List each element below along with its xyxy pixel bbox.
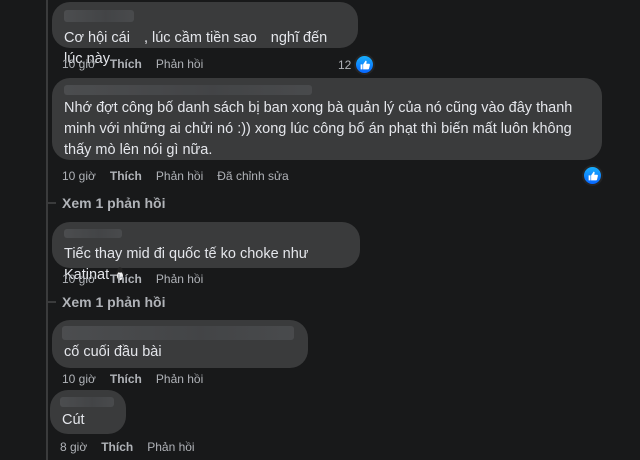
reaction-count[interactable]: 12 — [338, 54, 376, 75]
comment-text: cố cuối đầu bài — [64, 344, 162, 360]
reply-button[interactable]: Phản hồi — [156, 372, 203, 386]
comment-actions-3: 10 giờ Thích Phản hồi — [62, 272, 203, 286]
like-button[interactable]: Thích — [110, 57, 142, 71]
author-name-redacted[interactable] — [64, 85, 312, 95]
comment-text: Cút — [62, 412, 85, 428]
like-button[interactable]: Thích — [101, 440, 133, 454]
comment-actions-4: 10 giờ Thích Phản hồi — [62, 372, 203, 386]
timestamp[interactable]: 8 giờ — [60, 440, 87, 454]
view-replies-button[interactable]: Xem 1 phản hồi — [46, 195, 165, 211]
comment-actions-2: 10 giờ Thích Phản hồi Đã chỉnh sửa — [62, 169, 289, 183]
timestamp[interactable]: 10 giờ — [62, 169, 96, 183]
like-button[interactable]: Thích — [110, 272, 142, 286]
comment-text: Nhớ đợt công bố danh sách bị ban xong bà… — [64, 100, 577, 158]
author-name-redacted[interactable] — [64, 10, 134, 22]
author-name-redacted[interactable] — [62, 326, 294, 340]
thread-line — [46, 0, 48, 460]
reply-branch-line — [46, 202, 56, 204]
like-icon — [354, 54, 376, 75]
view-replies-label: Xem 1 phản hồi — [62, 294, 166, 310]
reply-button[interactable]: Phản hồi — [156, 57, 203, 71]
reply-branch-line — [46, 301, 56, 303]
reaction-count[interactable] — [582, 165, 603, 186]
like-icon — [582, 165, 603, 186]
timestamp[interactable]: 10 giờ — [62, 272, 96, 286]
timestamp[interactable]: 10 giờ — [62, 372, 96, 386]
reaction-count-value: 12 — [338, 57, 352, 72]
comment-bubble-1: Cơ hội cái, lúc cầm tiền sao nghĩ đến lúc… — [52, 2, 358, 67]
edited-label[interactable]: Đã chỉnh sửa — [217, 169, 288, 183]
reply-button[interactable]: Phản hồi — [156, 272, 203, 286]
view-replies-label: Xem 1 phản hồi — [62, 195, 166, 211]
comment-actions-5: 8 giờ Thích Phản hồi — [60, 440, 195, 454]
timestamp[interactable]: 10 giờ — [62, 57, 96, 71]
like-button[interactable]: Thích — [110, 372, 142, 386]
reply-button[interactable]: Phản hồi — [156, 169, 203, 183]
author-name-redacted[interactable] — [60, 397, 114, 407]
comment-actions-1: 10 giờ Thích Phản hồi — [62, 57, 203, 71]
like-button[interactable]: Thích — [110, 169, 142, 183]
view-replies-button[interactable]: Xem 1 phản hồi — [46, 294, 165, 310]
reply-button[interactable]: Phản hồi — [147, 440, 194, 454]
author-name-redacted[interactable] — [64, 229, 122, 238]
